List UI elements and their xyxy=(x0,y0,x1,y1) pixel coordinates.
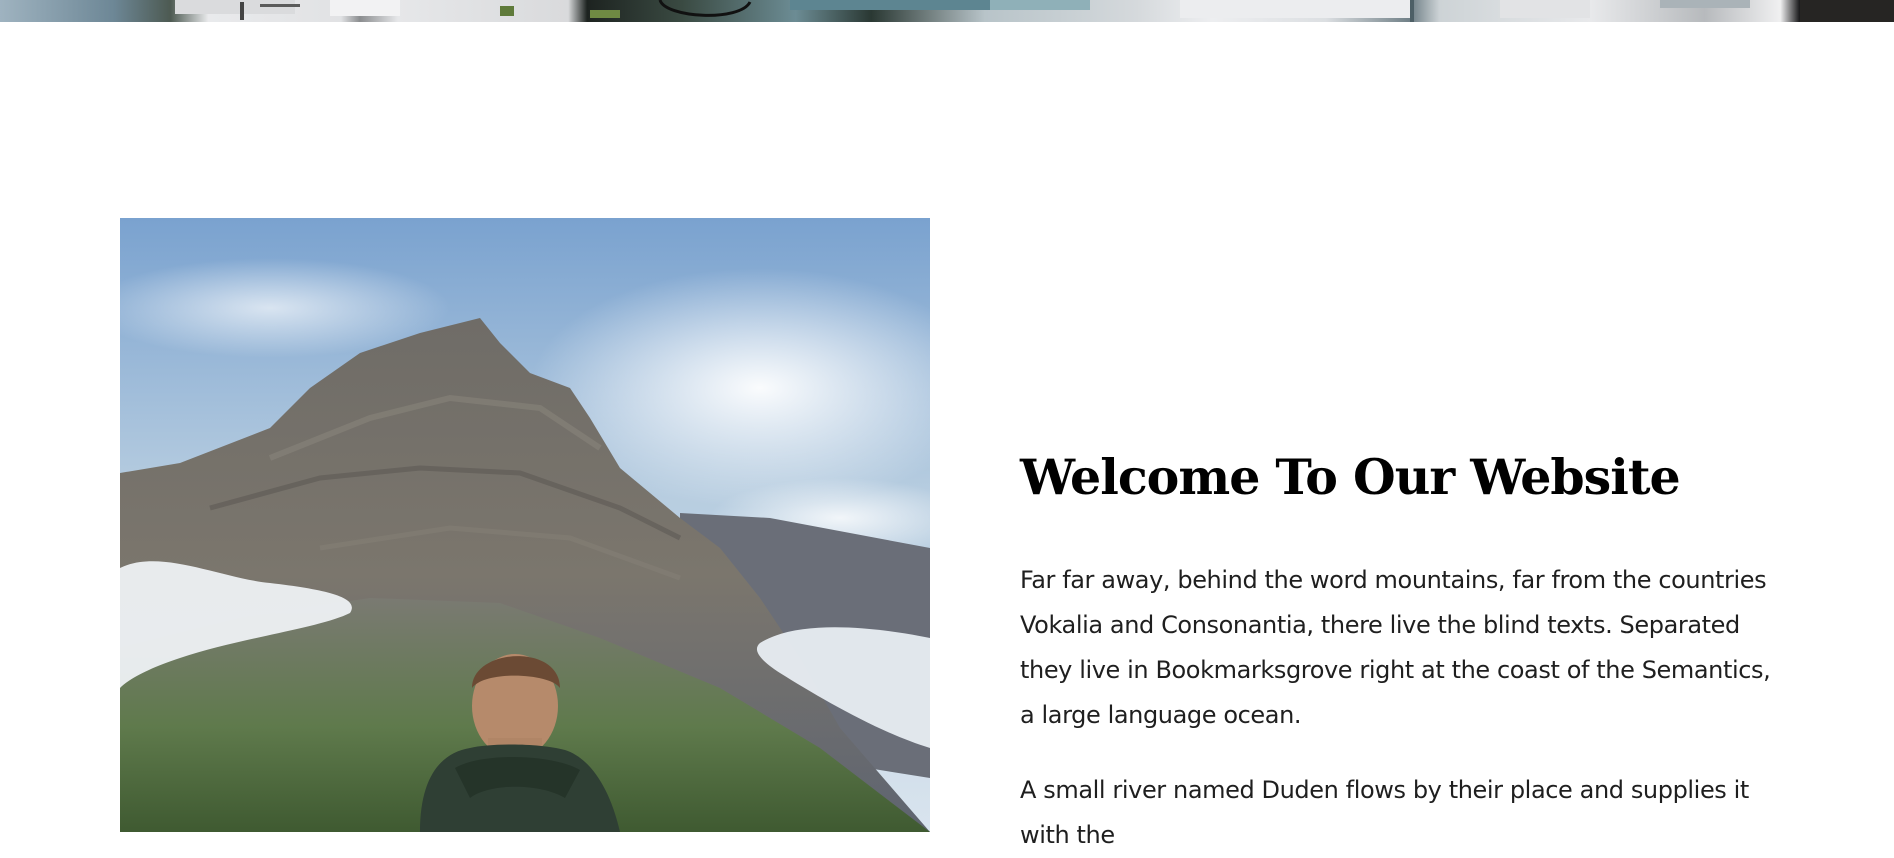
hero-banner-details xyxy=(175,0,1894,22)
intro-paragraph: Far far away, behind the word mountains,… xyxy=(1020,566,1771,729)
hero-banner-image xyxy=(0,0,1894,22)
welcome-section: Welcome To Our Website Far far away, beh… xyxy=(1020,446,1780,858)
welcome-title: Welcome To Our Website xyxy=(1020,448,1681,506)
mountain-hiker-photo xyxy=(120,218,930,832)
mountain-hiker-illustration xyxy=(120,218,930,832)
second-paragraph: A small river named Duden flows by their… xyxy=(1020,776,1749,849)
